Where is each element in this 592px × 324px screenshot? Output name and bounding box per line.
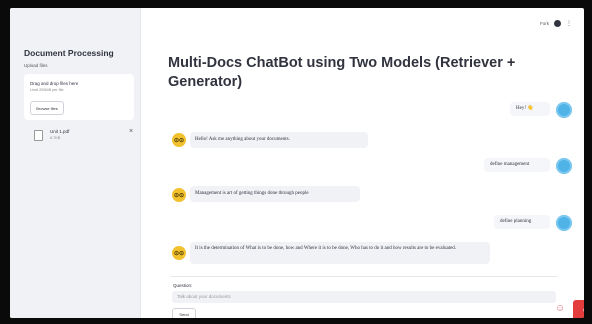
dropzone-limit: Limit 200MB per file xyxy=(30,88,64,92)
chat-message-bot: It is the determination of What is to be… xyxy=(190,242,490,264)
bot-avatar: ⊙⊙ xyxy=(172,188,186,202)
chat-message-bot: Management is art of getting things done… xyxy=(190,186,360,202)
question-placeholder: Talk about your documents xyxy=(177,294,231,299)
user-avatar xyxy=(556,158,572,174)
question-input[interactable]: Talk about your documents xyxy=(172,291,556,303)
browse-files-button[interactable]: Browse files xyxy=(30,101,64,115)
remove-file-button[interactable]: × xyxy=(129,128,133,135)
balloon-icon: ☺ xyxy=(555,303,566,314)
chat-message-user: define management xyxy=(484,158,550,172)
send-button[interactable]: Send xyxy=(172,308,196,318)
uploaded-file: Unit 1.pdf 6.7KB × xyxy=(24,126,136,148)
message-text: define planning xyxy=(500,219,532,224)
file-name: Unit 1.pdf xyxy=(50,129,70,134)
github-icon[interactable] xyxy=(554,20,561,27)
message-text: Management is art of getting things done… xyxy=(195,191,309,196)
app-window: Document Processing Upload files Drag an… xyxy=(10,8,584,318)
sidebar: Document Processing Upload files Drag an… xyxy=(10,8,141,318)
crown-icon[interactable]: ♔ xyxy=(573,300,584,318)
fork-link[interactable]: Fork xyxy=(540,21,549,26)
user-avatar xyxy=(556,102,572,118)
bot-avatar: ⊙⊙ xyxy=(172,133,186,147)
bot-avatar: ⊙⊙ xyxy=(172,246,186,260)
file-size: 6.7KB xyxy=(50,136,61,140)
message-text: define management xyxy=(490,162,530,167)
divider xyxy=(170,276,558,277)
dropzone-text: Drag and drop files here xyxy=(30,81,79,86)
message-text: Hello! Ask me anything about your docume… xyxy=(195,137,290,142)
chat-message-user: define planning xyxy=(494,215,550,229)
toolbar: Fork ⋮ xyxy=(540,20,572,27)
question-label: Question: xyxy=(173,283,193,288)
file-dropzone[interactable]: Drag and drop files here Limit 200MB per… xyxy=(24,74,134,120)
menu-icon[interactable]: ⋮ xyxy=(566,21,572,27)
file-icon xyxy=(34,130,43,141)
message-text: It is the determination of What is to be… xyxy=(195,246,457,251)
chat-message-user: Hey! 👋 xyxy=(510,102,550,116)
user-avatar xyxy=(556,215,572,231)
message-text: Hey! 👋 xyxy=(516,106,534,111)
page-title: Multi-Docs ChatBot using Two Models (Ret… xyxy=(168,55,516,90)
upload-label: Upload files xyxy=(24,63,48,68)
sidebar-title: Document Processing xyxy=(24,48,114,58)
chat-message-bot: Hello! Ask me anything about your docume… xyxy=(190,132,368,148)
